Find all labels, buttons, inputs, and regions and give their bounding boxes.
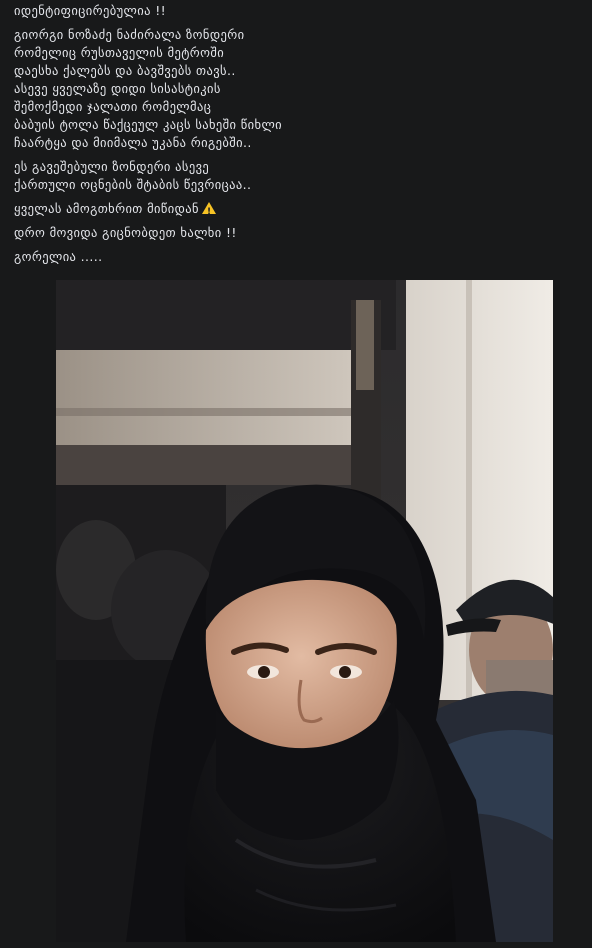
post-line: ასევე ყველაზე დიდი სისასტიკის bbox=[14, 81, 221, 96]
post-line: დაესხა ქალებს და ბავშვებს თავს.. bbox=[14, 63, 236, 78]
masked-person-photo[interactable] bbox=[56, 280, 553, 942]
post-line-text: ყველას ამოგთხრით მიწიდან bbox=[14, 201, 199, 216]
post-text: იდენტიფიცირებულია !! გიორგი ნოზაძე ნაძირ… bbox=[14, 2, 574, 272]
post-paragraph-affiliation: ეს გავეშებული ზონდერი ასევე ქართული ოცნე… bbox=[14, 158, 574, 194]
post-line: ეს გავეშებული ზონდერი ასევე bbox=[14, 159, 210, 174]
post-paragraph-title: იდენტიფიცირებულია !! bbox=[14, 2, 574, 20]
post-line: ყველას ამოგთხრით მიწიდან bbox=[14, 200, 574, 221]
warning-icon bbox=[201, 202, 216, 221]
post-line: იდენტიფიცირებულია !! bbox=[14, 3, 167, 18]
post-line: გიორგი ნოზაძე ნაძირალა ზონდერი bbox=[14, 27, 245, 42]
post-line: შემოქმედი ჯალათი რომელმაც bbox=[14, 99, 212, 114]
photo-illustration bbox=[56, 280, 553, 942]
post-paragraph-call: დრო მოვიდა გიცნობდეთ ხალხი !! bbox=[14, 224, 574, 242]
post-paragraph-signoff: გორელია ..... bbox=[14, 248, 574, 266]
post-line: ბაბუის ტოლა წაქცეულ კაცს სახეში წიხლი bbox=[14, 117, 283, 132]
post-line: ჩაარტყა და მიიმალა უკანა რიგებში.. bbox=[14, 135, 252, 150]
post-line: რომელიც რუსთაველის მეტროში bbox=[14, 45, 225, 60]
post-line: დრო მოვიდა გიცნობდეთ ხალხი !! bbox=[14, 225, 237, 240]
post-line: გორელია ..... bbox=[14, 249, 103, 264]
post-paragraph-warning: ყველას ამოგთხრით მიწიდან bbox=[14, 200, 574, 221]
post-line: ქართული ოცნების შტაბის წევრიცაა.. bbox=[14, 177, 252, 192]
post-paragraph-description: გიორგი ნოზაძე ნაძირალა ზონდერი რომელიც რ… bbox=[14, 26, 574, 152]
